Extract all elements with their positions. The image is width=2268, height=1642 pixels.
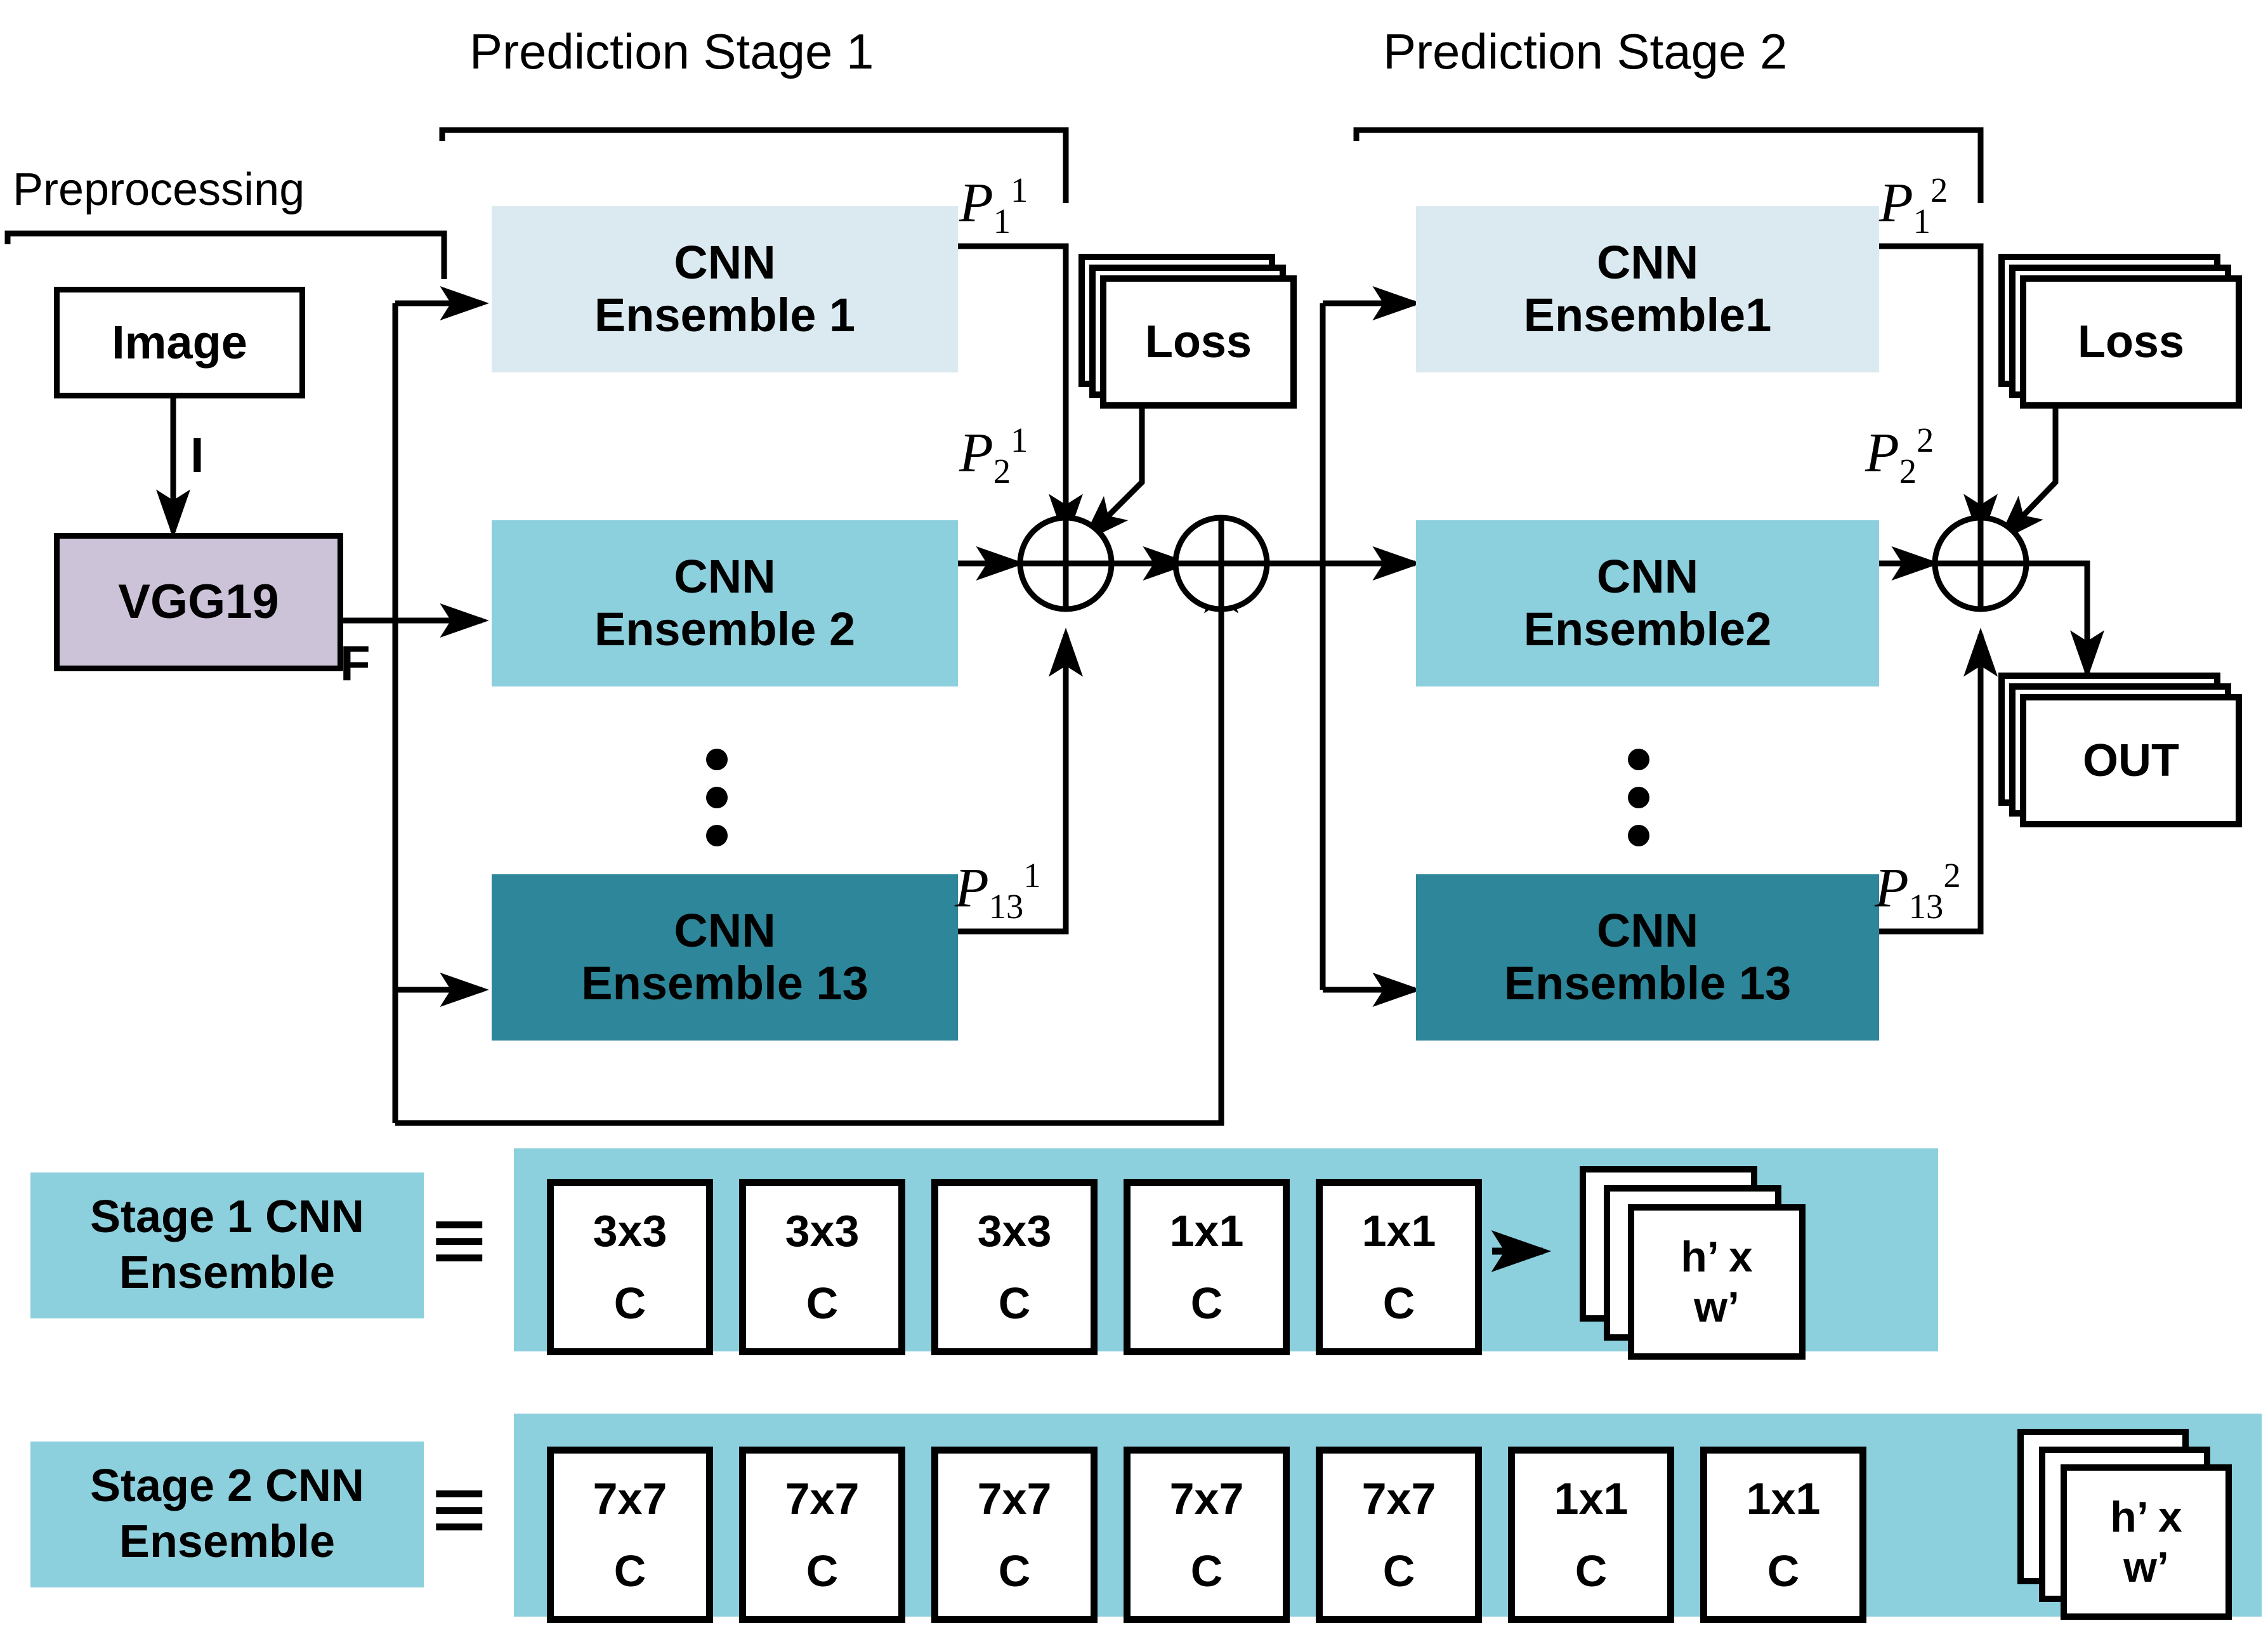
- ellipsis-dot: [706, 749, 728, 770]
- legend-2-layer-2[interactable]: 7x7 C: [931, 1447, 1098, 1623]
- stage2-ensemble-1[interactable]: CNN Ensemble1: [1416, 206, 1879, 372]
- legend-1-layer-4[interactable]: 1x1 C: [1316, 1179, 1482, 1355]
- stage1-loss-stack[interactable]: Loss: [1078, 254, 1297, 409]
- legend-1-layer-2[interactable]: 3x3 C: [931, 1179, 1098, 1355]
- op-label: C: [613, 1278, 646, 1328]
- ellipsis-dot: [1628, 749, 1649, 770]
- legend-2-output-stack: h’ x w’: [2017, 1429, 2268, 1620]
- op-label: C: [1190, 1546, 1223, 1596]
- legend-2-layer-3[interactable]: 7x7 C: [1124, 1447, 1290, 1623]
- legend-2-equals: ≡: [431, 1455, 487, 1562]
- legend-2-output-box: h’ x w’: [2061, 1464, 2232, 1620]
- sum-node-1: [1017, 515, 1115, 612]
- stage1-output-label-1: P11: [959, 171, 1028, 240]
- stage2-output-label-13: P132: [1875, 856, 1961, 926]
- legend-1-output-box: h’ x w’: [1628, 1204, 1806, 1360]
- stage1-title: Prediction Stage 1: [469, 23, 874, 79]
- stage1-vertical-ellipsis: [706, 749, 728, 846]
- preprocessing-title: Preprocessing: [13, 164, 305, 215]
- out-stack[interactable]: OUT: [1998, 673, 2252, 828]
- connector-layer: [4, 127, 2104, 1126]
- legend-arrow-layer: [1491, 1230, 1998, 1541]
- legend-1-equals: ≡: [431, 1186, 487, 1293]
- sum-node-2: [1172, 515, 1270, 612]
- stage2-output-label-1: P12: [1879, 171, 1948, 240]
- stage2-title: Prediction Stage 2: [1383, 23, 1788, 79]
- kernel-label: 7x7: [593, 1474, 667, 1523]
- kernel-label: 3x3: [977, 1206, 1052, 1256]
- legend-2-layer-4[interactable]: 7x7 C: [1316, 1447, 1482, 1623]
- stage2-vertical-ellipsis: [1628, 749, 1649, 846]
- legend-2-layer-6[interactable]: 1x1 C: [1700, 1447, 1866, 1623]
- architecture-diagram: Preprocessing Prediction Stage 1 Predict…: [0, 0, 2268, 1642]
- kernel-label: 1x1: [1746, 1474, 1821, 1523]
- legend-1-layer-0[interactable]: 3x3 C: [547, 1179, 713, 1355]
- stage1-loss-box[interactable]: Loss: [1100, 275, 1297, 409]
- kernel-label: 1x1: [1169, 1206, 1244, 1256]
- kernel-label: 7x7: [785, 1474, 860, 1523]
- kernel-label: 1x1: [1361, 1206, 1436, 1256]
- stage1-ensemble-2[interactable]: CNN Ensemble 2: [492, 520, 958, 686]
- op-label: C: [1767, 1546, 1800, 1596]
- stage2-loss-box[interactable]: Loss: [2020, 275, 2242, 409]
- ellipsis-dot: [706, 787, 728, 808]
- legend-1-layer-1[interactable]: 3x3 C: [739, 1179, 905, 1355]
- stage1-output-label-13: P131: [955, 856, 1041, 926]
- kernel-label: 1x1: [1554, 1474, 1629, 1523]
- legend-1-output-label: h’ x w’: [1681, 1233, 1753, 1331]
- legend-2-tag: Stage 2 CNN Ensemble: [30, 1442, 424, 1587]
- kernel-label: 7x7: [1361, 1474, 1436, 1523]
- edge-label-I: I: [190, 427, 204, 483]
- stage1-ensemble-2-label: CNN Ensemble 2: [594, 550, 856, 655]
- legend-1-tag-label: Stage 1 CNN Ensemble: [89, 1192, 365, 1298]
- stage2-ensemble-13-label: CNN Ensemble 13: [1504, 904, 1792, 1009]
- op-label: C: [1382, 1278, 1415, 1328]
- stage1-ensemble-1-label: CNN Ensemble 1: [594, 236, 856, 341]
- legend-1-output-stack: h’ x w’: [1580, 1166, 1871, 1360]
- op-label: C: [613, 1546, 646, 1596]
- op-label: C: [806, 1278, 839, 1328]
- stage1-output-label-2: P21: [959, 421, 1028, 490]
- stage2-ensemble-1-label: CNN Ensemble1: [1523, 236, 1772, 341]
- legend-1-layer-3[interactable]: 1x1 C: [1124, 1179, 1290, 1355]
- kernel-label: 7x7: [1169, 1474, 1244, 1523]
- out-box[interactable]: OUT: [2020, 694, 2242, 827]
- kernel-label: 3x3: [593, 1206, 667, 1256]
- op-label: C: [806, 1546, 839, 1596]
- op-label: C: [1382, 1546, 1415, 1596]
- op-label: C: [1575, 1546, 1608, 1596]
- image-box[interactable]: Image: [54, 287, 305, 398]
- stage2-loss-stack[interactable]: Loss: [1998, 254, 2252, 409]
- stage1-ensemble-1[interactable]: CNN Ensemble 1: [492, 206, 958, 372]
- sum-node-3: [1932, 515, 2029, 612]
- edge-label-F: F: [340, 635, 370, 691]
- op-label: C: [1190, 1278, 1223, 1328]
- ellipsis-dot: [1628, 787, 1649, 808]
- stage2-ensemble-13[interactable]: CNN Ensemble 13: [1416, 874, 1879, 1041]
- stage2-ensemble-2-label: CNN Ensemble2: [1523, 550, 1772, 655]
- legend-2-tag-label: Stage 2 CNN Ensemble: [89, 1461, 365, 1567]
- legend-1-tag: Stage 1 CNN Ensemble: [30, 1172, 424, 1318]
- legend-2-output-label: h’ x w’: [2110, 1493, 2182, 1591]
- legend-2-layer-0[interactable]: 7x7 C: [547, 1447, 713, 1623]
- legend-2-layer-1[interactable]: 7x7 C: [739, 1447, 905, 1623]
- ellipsis-dot: [1628, 825, 1649, 846]
- kernel-label: 7x7: [977, 1474, 1052, 1523]
- stage1-ensemble-13-label: CNN Ensemble 13: [581, 904, 869, 1009]
- legend-2-layer-5[interactable]: 1x1 C: [1508, 1447, 1674, 1623]
- ellipsis-dot: [706, 825, 728, 846]
- op-label: C: [998, 1546, 1031, 1596]
- stage1-ensemble-13[interactable]: CNN Ensemble 13: [492, 874, 958, 1041]
- stage2-output-label-2: P22: [1865, 421, 1934, 490]
- vgg19-box[interactable]: VGG19: [54, 533, 343, 671]
- stage2-ensemble-2[interactable]: CNN Ensemble2: [1416, 520, 1879, 686]
- kernel-label: 3x3: [785, 1206, 860, 1256]
- op-label: C: [998, 1278, 1031, 1328]
